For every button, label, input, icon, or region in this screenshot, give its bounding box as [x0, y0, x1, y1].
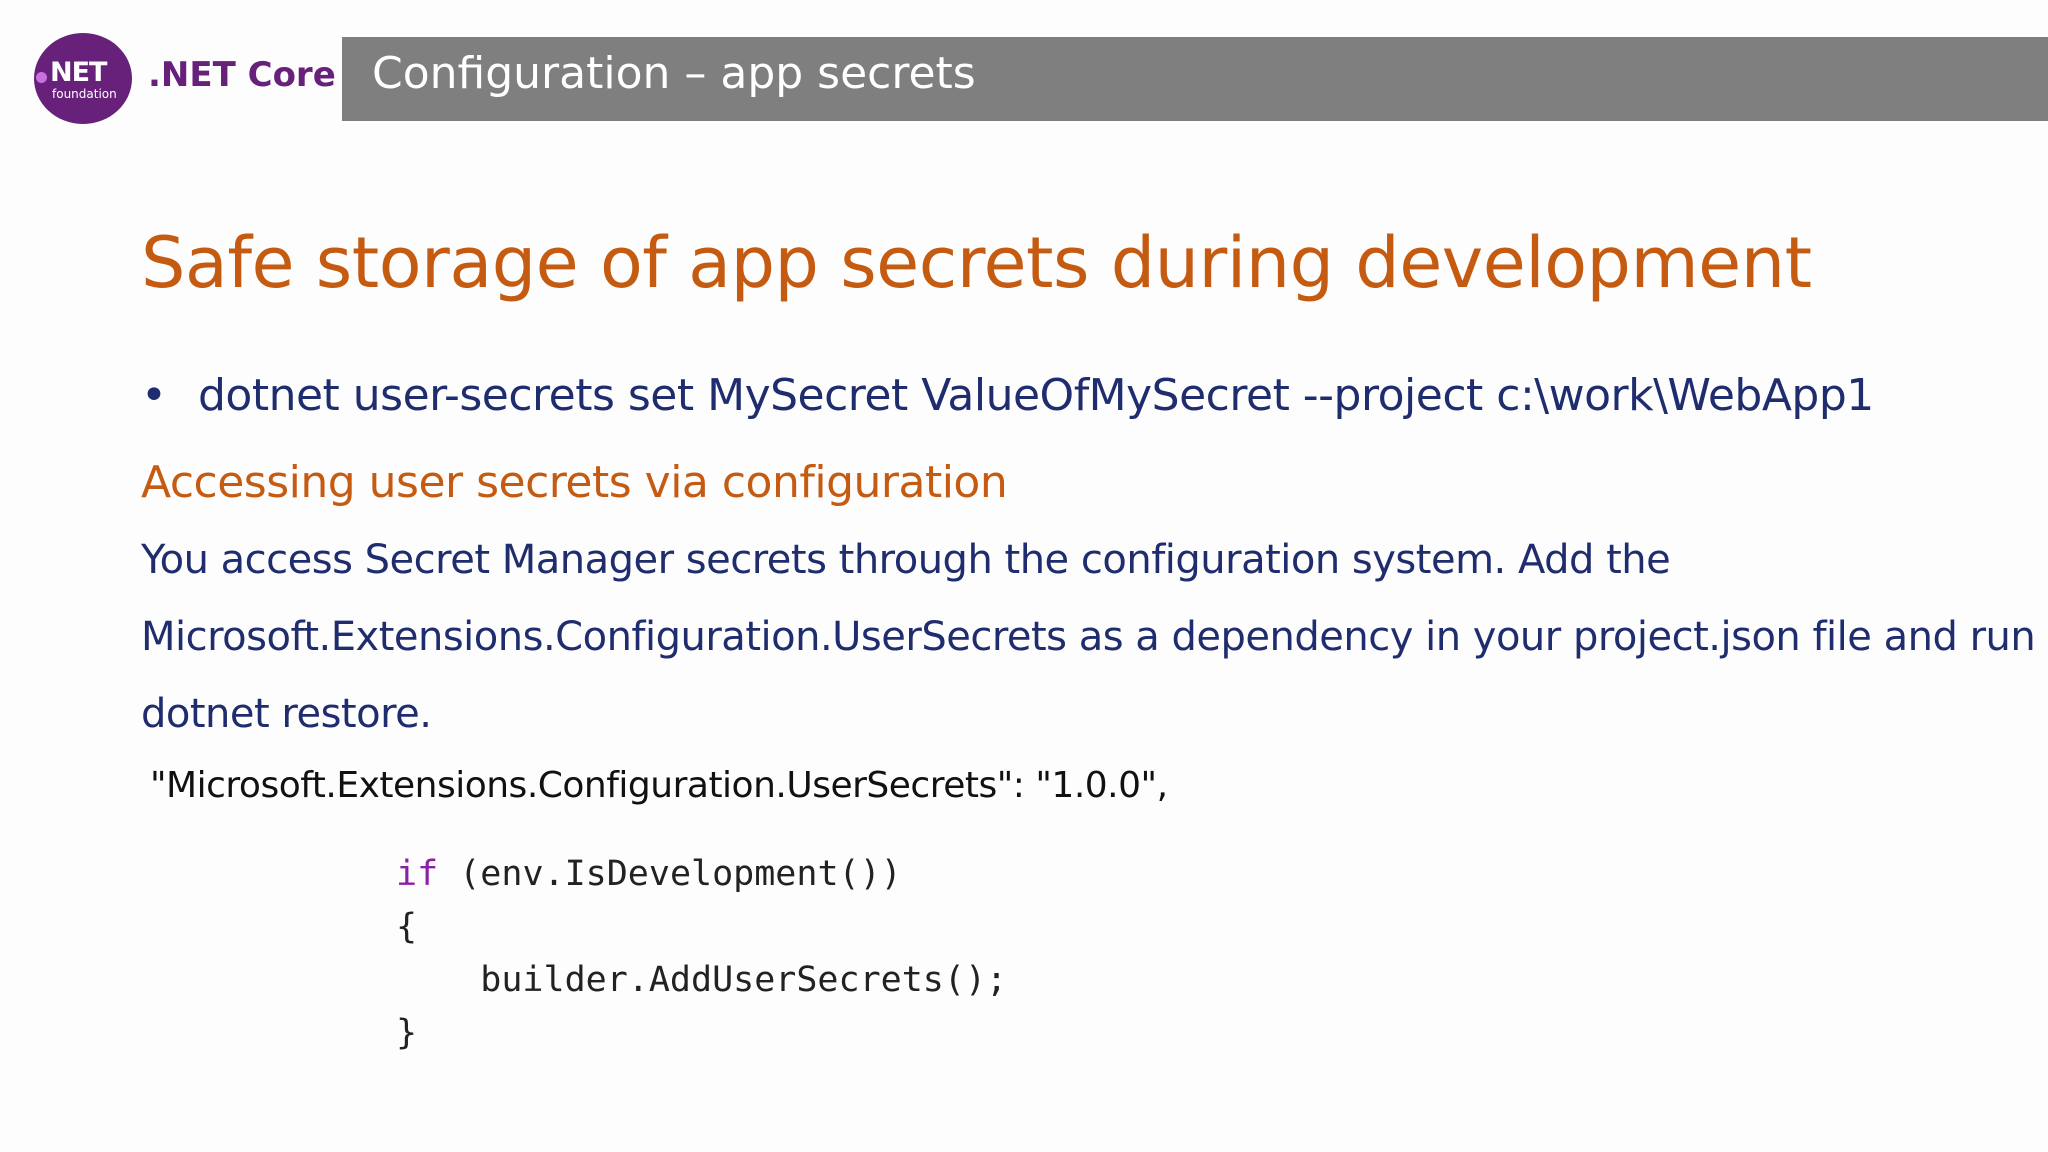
paragraph-line: You access Secret Manager secrets throug… [141, 537, 1671, 583]
code-line: } [396, 1013, 418, 1053]
code-line: { [396, 907, 418, 947]
dotnet-foundation-logo: NET foundation [34, 33, 132, 124]
title-bar: Configuration – app secrets [342, 37, 2048, 121]
code-block: if (env.IsDevelopment()) { builder.AddUse… [396, 848, 1007, 1060]
paragraph-line: dotnet restore. [141, 691, 432, 737]
code-line: builder.AddUserSecrets(); [396, 960, 1008, 1000]
code-text: (env.IsDevelopment()) [438, 854, 902, 894]
bullet-icon: • [141, 370, 167, 421]
subheading: Accessing user secrets via configuration [141, 457, 1008, 508]
code-line: if (env.IsDevelopment()) [396, 848, 1007, 901]
bullet-text: dotnet user-secrets set MySecret ValueOf… [198, 370, 1874, 421]
logo-dot-icon [36, 72, 47, 83]
logo-foundation-text: foundation [52, 87, 117, 101]
logo-net-text: NET [50, 57, 107, 88]
paragraph-line: Microsoft.Extensions.Configuration.UserS… [141, 614, 2036, 660]
code-keyword: if [396, 854, 439, 894]
dependency-line: "Microsoft.Extensions.Configuration.User… [150, 765, 1168, 806]
bullet-item: • dotnet user-secrets set MySecret ValueO… [141, 370, 1874, 423]
slide-title: Configuration – app secrets [372, 48, 976, 99]
brand-label: .NET Core [148, 55, 336, 95]
page-heading: Safe storage of app secrets during devel… [141, 222, 1812, 304]
slide: NET foundation .NET Core Configuration –… [0, 0, 2048, 1152]
